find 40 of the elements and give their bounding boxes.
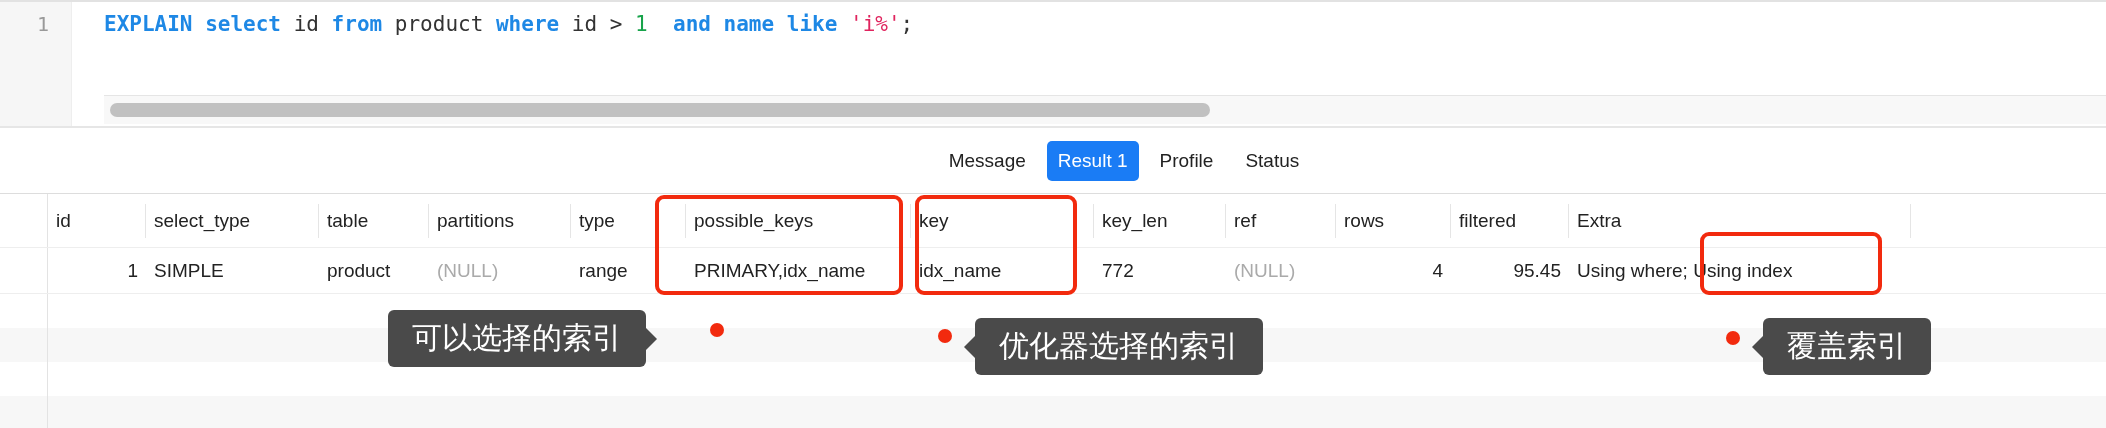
table-cell: (NULL) [1234,259,1296,282]
column-header[interactable]: ref [1234,210,1257,232]
callout-pointer-icon [1752,335,1763,358]
table-cell: idx_name [919,259,1002,282]
column-header[interactable]: Extra [1577,210,1622,232]
result-tab[interactable]: Message [937,140,1037,181]
table-cell: 4 [1432,259,1443,282]
column-header[interactable]: select_type [154,210,251,232]
result-tab[interactable]: Status [1234,140,1311,181]
table-cell: 1 [127,259,138,282]
table-cell: PRIMARY,idx_name [694,259,866,282]
callout-label: 优化器选择的索引 [975,318,1263,375]
scrollbar-thumb[interactable] [110,103,1210,117]
callout-pointer-icon [646,327,657,350]
column-header[interactable]: filtered [1459,210,1517,232]
column-header[interactable]: id [56,210,71,232]
sql-code: EXPLAIN select id from product where id > 1 and name like 'i%'; [104,11,915,38]
callout-label: 可以选择的索引 [388,310,646,367]
dot-icon [1726,331,1740,345]
line-number: 1 [36,12,49,36]
result-tab[interactable]: Result 1 [1046,140,1139,181]
column-header[interactable]: possible_keys [694,210,814,232]
column-header[interactable]: type [579,210,615,232]
table-cell: product [327,259,391,282]
callout-pointer-icon [964,335,975,358]
column-header[interactable]: key_len [1102,210,1168,232]
table-cell: range [579,259,628,282]
dot-icon [710,323,724,337]
table-cell: SIMPLE [154,259,224,282]
column-header[interactable]: partitions [437,210,515,232]
table-cell: 95.45 [1513,259,1561,282]
callout-label: 覆盖索引 [1763,318,1931,375]
result-tab[interactable]: Profile [1148,140,1225,181]
table-cell: 772 [1102,259,1134,282]
column-header[interactable]: key [919,210,949,232]
column-header[interactable]: rows [1344,210,1385,232]
horizontal-scrollbar[interactable] [104,95,2106,124]
column-header[interactable]: table [327,210,369,232]
dot-icon [938,329,952,343]
table-cell: (NULL) [437,259,499,282]
